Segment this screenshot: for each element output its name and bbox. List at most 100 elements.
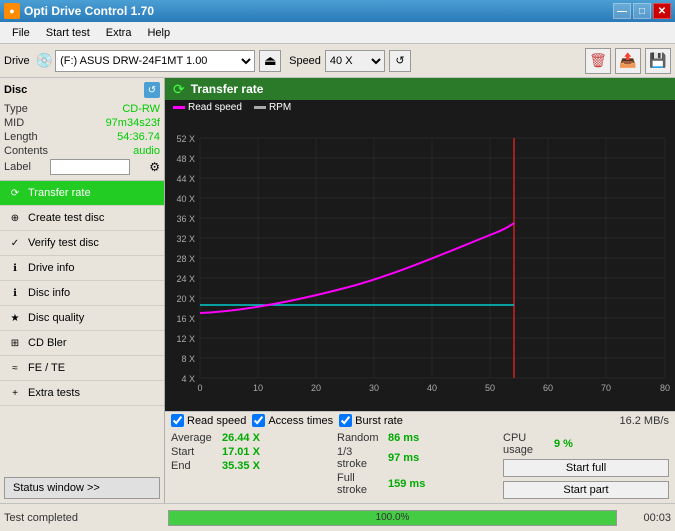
transfer-rate-icon: ⟳ [8, 186, 22, 200]
svg-text:36 X: 36 X [176, 214, 195, 224]
chart-header: ⟳ Transfer rate [165, 78, 675, 100]
stats-bar: Read speed Access times Burst rate 16.2 … [165, 411, 675, 429]
disc-section: Disc ↺ Type CD-RW MID 97m34s23f Length 5… [0, 78, 164, 181]
progress-container: 100.0% [168, 510, 617, 526]
disc-refresh-button[interactable]: ↺ [144, 82, 160, 98]
read-speed-color [173, 106, 185, 109]
svg-text:4 X: 4 X [181, 374, 195, 384]
svg-text:24 X: 24 X [176, 274, 195, 284]
app-icon: ● [4, 3, 20, 19]
chart-icon: ⟳ [173, 81, 185, 98]
legend-rpm: RPM [269, 102, 291, 113]
svg-text:52 X: 52 X [176, 134, 195, 144]
drive-info-icon: ℹ [8, 261, 22, 275]
nav-transfer-rate-label: Transfer rate [28, 187, 91, 199]
svg-text:16 X: 16 X [176, 314, 195, 324]
app-title: Opti Drive Control 1.70 [24, 4, 154, 18]
nav-items: ⟳ Transfer rate ⊕ Create test disc ✓ Ver… [0, 181, 164, 406]
label-gear-icon[interactable]: ⚙ [149, 160, 160, 174]
chart-title: Transfer rate [191, 82, 264, 96]
eject-button[interactable]: ⏏ [259, 50, 281, 72]
svg-text:80: 80 [660, 383, 670, 393]
nav-verify-test-disc[interactable]: ✓ Verify test disc [0, 231, 164, 256]
cpu-value: 9 % [554, 438, 604, 450]
nav-drive-info[interactable]: ℹ Drive info [0, 256, 164, 281]
start-label: Start [171, 446, 216, 458]
menu-start-test[interactable]: Start test [38, 25, 98, 41]
results-col-2: Random 86 ms 1/3 stroke 97 ms Full strok… [337, 432, 503, 500]
contents-label: Contents [4, 145, 48, 157]
svg-text:60: 60 [543, 383, 553, 393]
label-input[interactable] [50, 159, 130, 175]
save-button[interactable]: 💾 [645, 48, 671, 74]
nav-create-test-disc[interactable]: ⊕ Create test disc [0, 206, 164, 231]
nav-fe-te[interactable]: ≈ FE / TE [0, 356, 164, 381]
maximize-button[interactable]: □ [633, 3, 651, 19]
menu-bar: File Start test Extra Help [0, 22, 675, 44]
drive-select[interactable]: (F:) ASUS DRW-24F1MT 1.00 [55, 50, 255, 72]
nav-disc-quality[interactable]: ★ Disc quality [0, 306, 164, 331]
svg-text:12 X: 12 X [176, 334, 195, 344]
menu-help[interactable]: Help [139, 25, 178, 41]
clear-button[interactable]: 🗑 [585, 48, 611, 74]
type-value: CD-RW [122, 103, 160, 115]
svg-text:28 X: 28 X [176, 254, 195, 264]
right-panel: ⟳ Transfer rate Read speed RPM [165, 78, 675, 503]
burst-rate-checkbox[interactable]: Burst rate [339, 414, 403, 427]
svg-text:44 X: 44 X [176, 174, 195, 184]
rpm-color [254, 106, 266, 109]
svg-text:40: 40 [427, 383, 437, 393]
status-bar: Test completed 100.0% 00:03 [0, 503, 675, 531]
nav-extra-tests[interactable]: + Extra tests [0, 381, 164, 406]
results-col-3: CPU usage 9 % Start full Start part [503, 432, 669, 500]
read-speed-checkbox[interactable]: Read speed [171, 414, 246, 427]
svg-text:8 X: 8 X [181, 354, 195, 364]
minimize-button[interactable]: — [613, 3, 631, 19]
stroke-full-value: 159 ms [388, 478, 438, 490]
svg-text:32 X: 32 X [176, 234, 195, 244]
avg-label: Average [171, 432, 216, 444]
close-button[interactable]: ✕ [653, 3, 671, 19]
disc-title: Disc [4, 84, 27, 96]
share-button[interactable]: 📤 [615, 48, 641, 74]
svg-text:48 X: 48 X [176, 154, 195, 164]
chart-legend: Read speed RPM [165, 100, 675, 115]
svg-text:10: 10 [253, 383, 263, 393]
length-label: Length [4, 131, 38, 143]
stroke-full-label: Full stroke [337, 472, 382, 496]
mid-value: 97m34s23f [106, 117, 160, 129]
cpu-label: CPU usage [503, 432, 548, 456]
speed-select[interactable]: 40 X [325, 50, 385, 72]
chart-area: 52 X 48 X 44 X 40 X 36 X 32 X 28 X 24 X … [165, 115, 675, 411]
contents-value: audio [133, 145, 160, 157]
stroke1-label: 1/3 stroke [337, 446, 382, 470]
menu-extra[interactable]: Extra [98, 25, 140, 41]
stroke1-value: 97 ms [388, 452, 438, 464]
label-key: Label [4, 161, 31, 173]
end-value: 35.35 X [222, 460, 272, 472]
status-window-button[interactable]: Status window >> [4, 477, 160, 499]
nav-cd-bler[interactable]: ⊞ CD Bler [0, 331, 164, 356]
start-value: 17.01 X [222, 446, 272, 458]
nav-transfer-rate[interactable]: ⟳ Transfer rate [0, 181, 164, 206]
verify-disc-icon: ✓ [8, 236, 22, 250]
random-label: Random [337, 432, 382, 444]
nav-disc-quality-label: Disc quality [28, 312, 84, 324]
start-full-button[interactable]: Start full [503, 459, 669, 477]
access-times-checkbox[interactable]: Access times [252, 414, 333, 427]
create-disc-icon: ⊕ [8, 211, 22, 225]
type-label: Type [4, 103, 28, 115]
start-part-button[interactable]: Start part [503, 481, 669, 499]
svg-text:0: 0 [197, 383, 202, 393]
cd-bler-icon: ⊞ [8, 336, 22, 350]
toolbar: Drive 💿 (F:) ASUS DRW-24F1MT 1.00 ⏏ Spee… [0, 44, 675, 78]
nav-extra-tests-label: Extra tests [28, 387, 80, 399]
nav-disc-info[interactable]: ℹ Disc info [0, 281, 164, 306]
nav-disc-info-label: Disc info [28, 287, 70, 299]
refresh-button[interactable]: ↺ [389, 50, 411, 72]
avg-value: 26.44 X [222, 432, 272, 444]
menu-file[interactable]: File [4, 25, 38, 41]
nav-fe-te-label: FE / TE [28, 362, 65, 374]
length-value: 54:36.74 [117, 131, 160, 143]
speed-label: Speed [289, 55, 321, 67]
